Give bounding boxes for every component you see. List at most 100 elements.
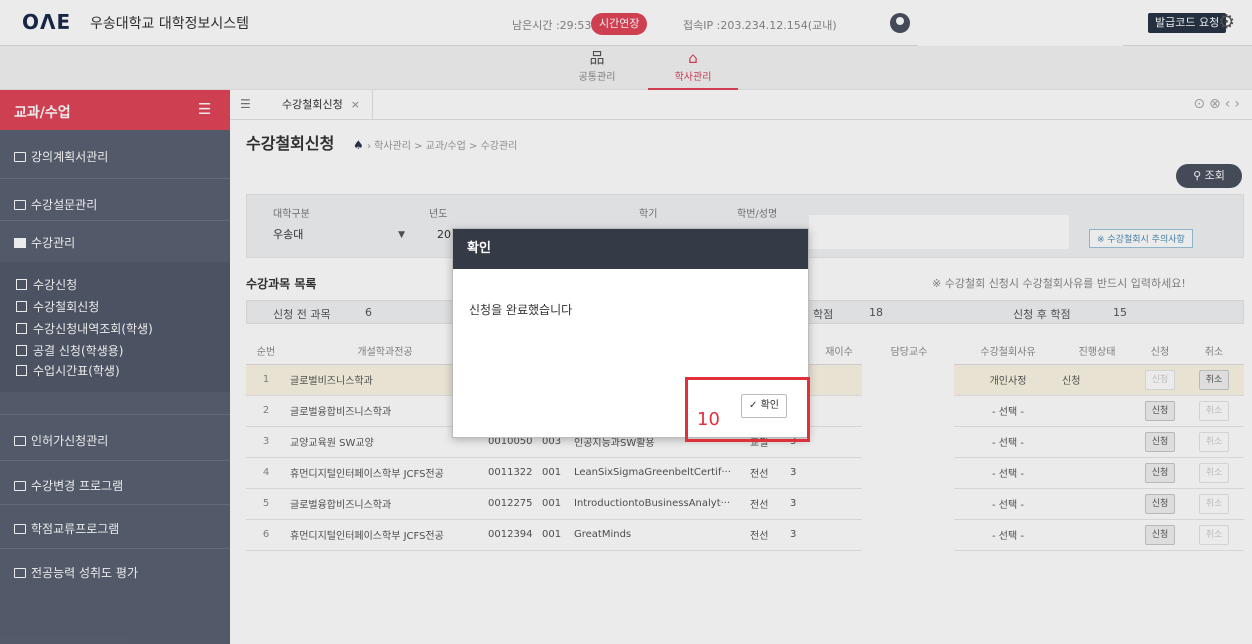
- cancel-button[interactable]: 취소: [1199, 400, 1229, 421]
- request-code-button[interactable]: 발급코드 요청: [1148, 13, 1227, 33]
- submenu-item-withdraw[interactable]: 수강철회신청: [16, 298, 99, 315]
- submenu-label: 공결 신청(학생용): [33, 344, 124, 358]
- logo[interactable]: ОΛΕ: [22, 10, 71, 34]
- sidebar-item-survey[interactable]: 수강설문관리: [0, 196, 230, 213]
- tab-common[interactable]: 品 공통관리: [552, 48, 642, 90]
- submenu-item-absence[interactable]: 공결 신청(학생용): [16, 342, 123, 359]
- row-code: 0012394: [484, 519, 538, 551]
- tab-common-label: 공통관리: [578, 72, 616, 83]
- table-row[interactable]: 6 휴먼디지털인터페이스학부 JCFS전공 0012394 001 GreatM…: [246, 519, 1244, 551]
- table-row[interactable]: 5 글로벌융합비즈니스학과 0012275 001 Introductionto…: [246, 488, 1244, 520]
- chevron-down-icon: ▼: [398, 230, 405, 240]
- submenu-item-history[interactable]: 수강신청내역조회(학생): [16, 320, 153, 337]
- term-label: 학기: [639, 209, 658, 220]
- tab-academic[interactable]: ⌂ 학사관리: [648, 48, 738, 90]
- sidebar-item-label: 전공능력 성취도 평가: [31, 566, 138, 580]
- sidebar-item-syllabus[interactable]: 강의계획서관리: [0, 148, 230, 165]
- row-reason[interactable]: - 선택 -: [958, 457, 1058, 489]
- gear-icon[interactable]: ⚙: [1218, 11, 1235, 33]
- cancel-button[interactable]: 취소: [1199, 524, 1229, 545]
- col-apply: 신청: [1136, 338, 1184, 365]
- content-tab-bar: ☰ 수강철회신청 × ⊙⊗‹›: [230, 90, 1252, 120]
- collapse-menu-icon[interactable]: ☰: [198, 100, 211, 118]
- close-icon[interactable]: ×: [351, 98, 360, 111]
- cancel-button[interactable]: 취소: [1199, 462, 1229, 483]
- univ-value: 우송대: [273, 228, 304, 241]
- apply-button[interactable]: 신청: [1145, 493, 1175, 514]
- row-type: 전선: [746, 519, 786, 551]
- row-repeat: [818, 395, 860, 427]
- folder-icon: [14, 524, 26, 534]
- step-number: 10: [697, 409, 720, 430]
- student-field[interactable]: [809, 215, 1069, 249]
- redacted-area: [918, 0, 1123, 46]
- sidebar-item-label: 수강설문관리: [31, 198, 98, 212]
- sidebar-item-competency[interactable]: 전공능력 성취도 평가: [0, 564, 230, 581]
- sidebar-title: 교과/수업: [14, 105, 71, 121]
- folder-icon: [14, 436, 26, 446]
- table-row[interactable]: 4 휴먼디지털인터페이스학부 JCFS전공 0011322 001 LeanSi…: [246, 457, 1244, 489]
- submenu: 수강신청 수강철회신청 수강신청내역조회(학생) 공결 신청(학생용) 수업시간…: [0, 262, 230, 392]
- col-professor: 담당교수: [860, 338, 958, 365]
- after-value: 15: [1113, 306, 1127, 319]
- submenu-item-register[interactable]: 수강신청: [16, 276, 77, 293]
- row-repeat: [818, 426, 860, 458]
- divider: [0, 414, 230, 415]
- folder-open-icon: [14, 238, 26, 248]
- sidebar-item-credit-exchange[interactable]: 학점교류프로그램: [0, 520, 230, 537]
- sidebar-item-change-program[interactable]: 수강변경 프로그램: [0, 477, 230, 494]
- sidebar-item-label: 수강변경 프로그램: [31, 479, 124, 493]
- student-label: 학번/성명: [737, 209, 778, 220]
- list-menu-icon[interactable]: ☰: [240, 97, 251, 111]
- row-section: 001: [538, 457, 570, 489]
- sidebar-item-enrollment[interactable]: 수강관리: [0, 234, 230, 251]
- cancel-button[interactable]: 취소: [1199, 493, 1229, 514]
- tab-withdrawal[interactable]: 수강철회신청 ×: [270, 90, 373, 120]
- tab-controls[interactable]: ⊙⊗‹›: [1193, 96, 1244, 112]
- redacted-professor-column: [862, 364, 954, 644]
- apply-button[interactable]: 신청: [1145, 462, 1175, 483]
- row-dept: 글로벌융합비즈니스학과: [286, 488, 484, 520]
- row-reason[interactable]: - 선택 -: [958, 488, 1058, 520]
- row-code: 0012275: [484, 488, 538, 520]
- row-title: IntroductiontoBusinessAnalyt···: [570, 488, 746, 520]
- ip-info: 접속IP :203.234.12.154(교내): [683, 19, 837, 32]
- sidebar-item-label: 인허가신청관리: [31, 434, 109, 448]
- row-reason[interactable]: - 선택 -: [958, 519, 1058, 551]
- row-reason[interactable]: - 선택 -: [958, 395, 1058, 427]
- year-label: 년도: [429, 209, 448, 220]
- folder-icon: [14, 200, 26, 210]
- submenu-item-timetable[interactable]: 수업시간표(학생): [16, 362, 120, 379]
- user-icon[interactable]: [890, 13, 910, 33]
- sidebar-item-label: 수강관리: [31, 236, 76, 250]
- apply-button[interactable]: 신청: [1145, 524, 1175, 545]
- apply-button[interactable]: 신청: [1145, 431, 1175, 452]
- row-reason[interactable]: - 선택 -: [958, 426, 1058, 458]
- sidebar-item-permit[interactable]: 인허가신청관리: [0, 432, 230, 449]
- document-icon: [16, 301, 27, 312]
- apply-button[interactable]: 신청: [1145, 400, 1175, 421]
- col-no: 순번: [246, 338, 286, 365]
- row-status: 신청: [1058, 364, 1136, 396]
- search-button[interactable]: ⚲ 조회: [1176, 164, 1242, 188]
- credit-value: 18: [869, 306, 883, 319]
- before-label: 신청 전 과목: [273, 308, 331, 321]
- notice-button[interactable]: ※ 수강철회시 주의사항: [1089, 229, 1193, 248]
- extend-time-button[interactable]: 시간연장: [591, 13, 648, 35]
- univ-select[interactable]: 우송대 ▼: [273, 225, 413, 245]
- breadcrumb-text: 학사관리 > 교과/수업 > 수강관리: [374, 141, 518, 152]
- network-icon: 品: [589, 49, 605, 67]
- before-value: 6: [365, 306, 372, 319]
- breadcrumb: ♠ › 학사관리 > 교과/수업 > 수강관리: [353, 138, 518, 152]
- row-status: [1058, 426, 1136, 458]
- row-reason[interactable]: 개인사정: [958, 364, 1058, 396]
- home-icon[interactable]: ♠: [353, 138, 364, 152]
- row-type: 전선: [746, 488, 786, 520]
- apply-button[interactable]: 신청: [1145, 369, 1175, 390]
- cancel-button[interactable]: 취소: [1199, 431, 1229, 452]
- graduation-cap-icon: ⌂: [688, 49, 698, 67]
- row-no: 1: [246, 364, 286, 396]
- cancel-button[interactable]: 취소: [1199, 369, 1229, 390]
- row-no: 6: [246, 519, 286, 551]
- row-credit: 3: [786, 457, 818, 489]
